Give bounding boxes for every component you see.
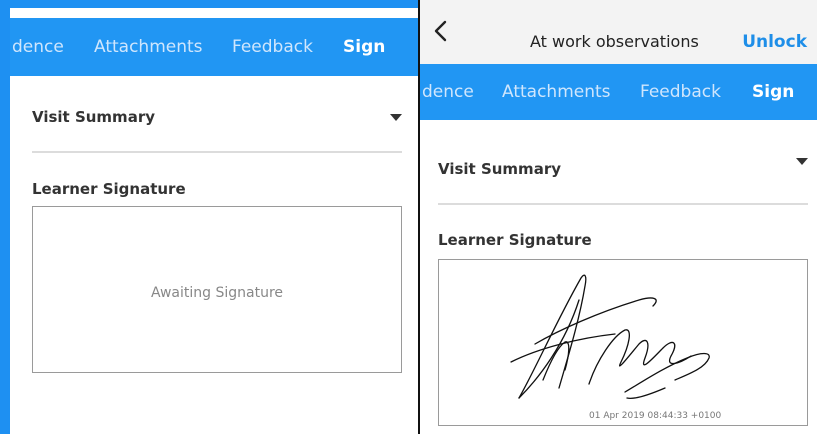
tab-feedback[interactable]: Feedback — [640, 64, 721, 120]
signature-status: Awaiting Signature — [150, 285, 284, 301]
learner-signature-heading: Learner Signature — [438, 231, 592, 249]
learner-signature-heading: Learner Signature — [32, 180, 186, 198]
signature-drawing — [510, 274, 710, 400]
signature-pad[interactable]: Awaiting Signature — [32, 206, 402, 373]
tab-evidence[interactable]: dence — [422, 64, 474, 120]
caret-down-icon[interactable] — [796, 158, 808, 165]
signature-pad[interactable]: 01 Apr 2019 08:44:33 +0100 — [438, 259, 808, 426]
tab-evidence[interactable]: dence — [12, 18, 64, 76]
caret-down-icon[interactable] — [390, 114, 402, 121]
tab-feedback[interactable]: Feedback — [232, 18, 313, 76]
chevron-left-icon[interactable] — [428, 18, 454, 44]
visit-summary-label[interactable]: Visit Summary — [32, 108, 155, 126]
tab-bar: dence Attachments Feedback Sign — [10, 18, 418, 76]
unlock-button[interactable]: Unlock — [742, 32, 807, 52]
right-screen: At work observations Unlock dence Attach… — [420, 0, 817, 434]
tab-sign[interactable]: Sign — [752, 64, 794, 120]
section-divider — [32, 151, 402, 153]
tab-bar: dence Attachments Feedback Sign — [420, 64, 817, 120]
tab-attachments[interactable]: Attachments — [502, 64, 611, 120]
section-divider — [438, 203, 808, 205]
page-title: At work observations — [530, 32, 699, 51]
tab-attachments[interactable]: Attachments — [94, 18, 203, 76]
visit-summary-label[interactable]: Visit Summary — [438, 160, 561, 178]
signature-timestamp: 01 Apr 2019 08:44:33 +0100 — [589, 411, 722, 421]
left-screen: dence Attachments Feedback Sign Visit Su… — [0, 0, 418, 434]
app-bar: At work observations Unlock — [420, 0, 817, 64]
tab-sign[interactable]: Sign — [343, 18, 385, 76]
